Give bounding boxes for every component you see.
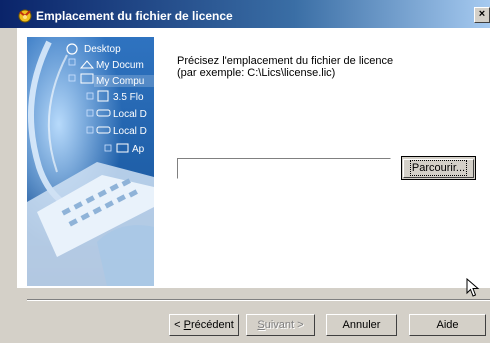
window-title: Emplacement du fichier de licence (36, 9, 233, 23)
license-path-input[interactable] (177, 158, 391, 179)
tree-item-label: Desktop (84, 44, 121, 55)
instructions: Précisez l'emplacement du fichier de lic… (177, 55, 393, 79)
cancel-button[interactable]: Annuler (326, 314, 397, 336)
tree-item-label: My Compu (96, 76, 144, 87)
title-bar[interactable]: Emplacement du fichier de licence × (0, 0, 490, 28)
tree-item-label: My Docum (96, 60, 144, 71)
mouse-cursor-icon (466, 278, 480, 297)
next-button[interactable]: Suivant > (246, 314, 315, 336)
tree-item-label: Ap (132, 144, 145, 155)
back-prefix: < (174, 319, 184, 331)
back-accel: P (183, 319, 191, 331)
license-location-dialog: Emplacement du fichier de licence × Desk… (0, 0, 490, 343)
tree-item-label: Local D (113, 109, 147, 120)
footer-separator (27, 299, 490, 301)
close-button[interactable]: × (474, 7, 490, 23)
instruction-line-2: (par exemple: C:\Lics\license.lic) (177, 67, 336, 79)
next-suffix: > (294, 319, 304, 331)
browse-button[interactable]: Parcourir... (401, 156, 476, 180)
tree-item-label: 3.5 Flo (113, 92, 144, 103)
next-rest: uivant (264, 319, 295, 331)
tree-item-label: Local D (113, 126, 147, 137)
instruction-line-1: Précisez l'emplacement du fichier de lic… (177, 55, 394, 67)
next-accel: S (257, 319, 265, 331)
browse-button-label: Parcourir... (409, 159, 468, 176)
wizard-illustration: Desktop My Docum My Compu 3.5 Flo Local … (27, 37, 154, 286)
back-rest: récédent (191, 319, 234, 331)
wizard-icon (18, 9, 32, 23)
help-button[interactable]: Aide (409, 314, 486, 336)
back-button[interactable]: < Précédent (169, 314, 239, 336)
